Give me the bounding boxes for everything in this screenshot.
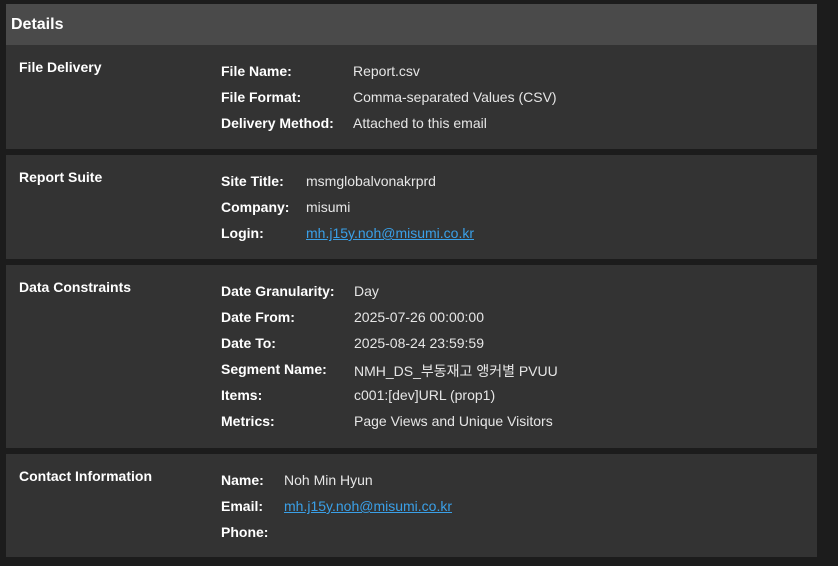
file-format-value: Comma-separated Values (CSV): [353, 89, 557, 105]
contact-name-value: Noh Min Hyun: [284, 472, 373, 488]
contact-information-section: Contact Information Name: Noh Min Hyun E…: [6, 454, 817, 557]
date-to-value: 2025-08-24 23:59:59: [354, 335, 484, 351]
contact-email-row: Email: mh.j15y.noh@misumi.co.kr: [221, 498, 452, 524]
contact-phone-row: Phone:: [221, 524, 452, 550]
metrics-row: Metrics: Page Views and Unique Visitors: [221, 413, 558, 439]
segment-name-value: NMH_DS_부동재고 앵커별 PVUU: [354, 363, 558, 379]
site-title-value: msmglobalvonakrprd: [306, 173, 436, 189]
company-row: Company: misumi: [221, 199, 474, 225]
contact-information-label: Contact Information: [19, 468, 152, 484]
details-header: Details: [6, 4, 817, 45]
date-granularity-value: Day: [354, 283, 379, 299]
details-title: Details: [11, 15, 64, 33]
login-email-link[interactable]: mh.j15y.noh@misumi.co.kr: [306, 225, 474, 241]
contact-name-key: Name:: [221, 472, 264, 488]
date-to-row: Date To: 2025-08-24 23:59:59: [221, 335, 558, 361]
company-value: misumi: [306, 199, 351, 215]
file-name-row: File Name: Report.csv: [221, 63, 557, 89]
data-constraints-label: Data Constraints: [19, 279, 132, 295]
items-value: c001:[dev]URL (prop1): [354, 387, 496, 403]
date-from-row: Date From: 2025-07-26 00:00:00: [221, 309, 558, 335]
delivery-method-row: Delivery Method: Attached to this email: [221, 115, 557, 141]
date-from-key: Date From:: [221, 309, 295, 325]
delivery-method-value: Attached to this email: [353, 115, 487, 131]
site-title-key: Site Title:: [221, 173, 284, 189]
contact-email-link[interactable]: mh.j15y.noh@misumi.co.kr: [284, 498, 452, 514]
contact-email-key: Email:: [221, 498, 264, 514]
company-key: Company:: [221, 199, 290, 215]
data-constraints-section: Data Constraints Date Granularity: Day D…: [6, 265, 817, 448]
report-suite-section: Report Suite Site Title: msmglobalvonakr…: [6, 155, 817, 259]
delivery-method-key: Delivery Method:: [221, 115, 334, 131]
file-delivery-label: File Delivery: [19, 59, 102, 75]
file-format-key: File Format:: [221, 89, 302, 105]
items-row: Items: c001:[dev]URL (prop1): [221, 387, 558, 413]
report-suite-label: Report Suite: [19, 169, 103, 185]
metrics-key: Metrics:: [221, 413, 275, 429]
contact-phone-key: Phone:: [221, 524, 269, 540]
file-name-value: Report.csv: [353, 63, 420, 79]
segment-name-key: Segment Name:: [221, 361, 327, 377]
date-from-value: 2025-07-26 00:00:00: [354, 309, 484, 325]
metrics-value: Page Views and Unique Visitors: [354, 413, 553, 429]
site-title-row: Site Title: msmglobalvonakrprd: [221, 173, 474, 199]
file-delivery-section: File Delivery File Name: Report.csv File…: [6, 45, 817, 149]
date-granularity-key: Date Granularity:: [221, 283, 335, 299]
login-key: Login:: [221, 225, 264, 241]
date-granularity-row: Date Granularity: Day: [221, 283, 558, 309]
segment-name-row: Segment Name: NMH_DS_부동재고 앵커별 PVUU: [221, 361, 558, 387]
date-to-key: Date To:: [221, 335, 276, 351]
items-key: Items:: [221, 387, 263, 403]
file-format-row: File Format: Comma-separated Values (CSV…: [221, 89, 557, 115]
file-name-key: File Name:: [221, 63, 292, 79]
details-panel: Details File Delivery File Name: Report.…: [6, 4, 817, 557]
login-row: Login: mh.j15y.noh@misumi.co.kr: [221, 225, 474, 251]
contact-name-row: Name: Noh Min Hyun: [221, 472, 452, 498]
